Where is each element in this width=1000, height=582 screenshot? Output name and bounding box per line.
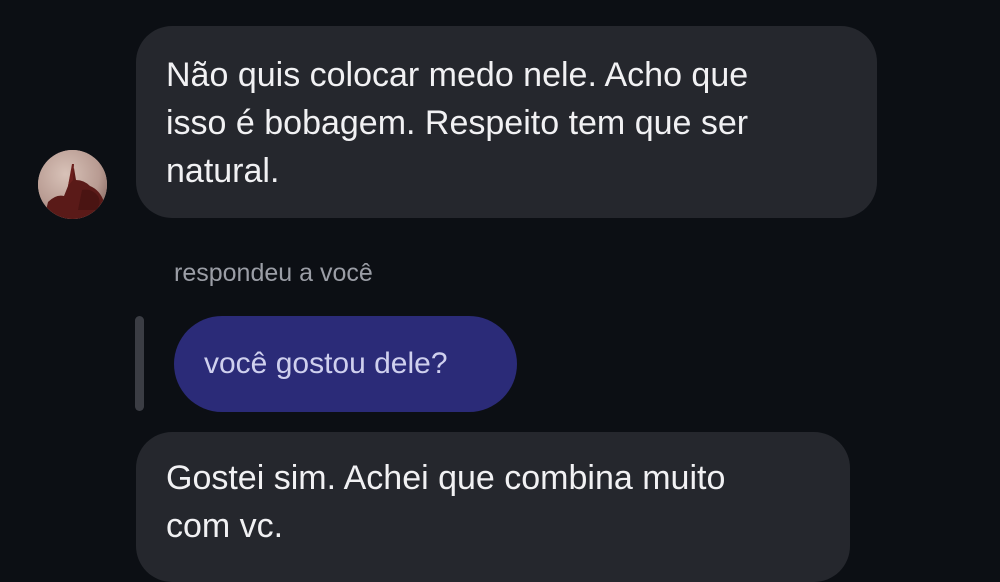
- contact-avatar[interactable]: [38, 150, 107, 219]
- reply-indicator-bar: [135, 316, 144, 411]
- message-text-line: isso é bobagem. Respeito tem que ser: [166, 104, 749, 142]
- message-text-line: Não quis colocar medo nele. Acho que: [166, 56, 749, 94]
- reply-caption: respondeu a você: [174, 259, 373, 287]
- quoted-message-bubble[interactable]: você gostou dele?: [174, 316, 517, 412]
- message-text-line: Gostei sim. Achei que combina muito: [166, 459, 726, 497]
- message-text-line: natural.: [166, 152, 280, 190]
- incoming-message-bubble[interactable]: Não quis colocar medo nele. Acho que iss…: [136, 26, 877, 218]
- message-thread: Não quis colocar medo nele. Acho que iss…: [0, 0, 1000, 582]
- avatar-photo-icon: [38, 150, 107, 219]
- incoming-message-bubble[interactable]: Gostei sim. Achei que combina muito com …: [136, 432, 850, 582]
- message-text-line: com vc.: [166, 507, 284, 545]
